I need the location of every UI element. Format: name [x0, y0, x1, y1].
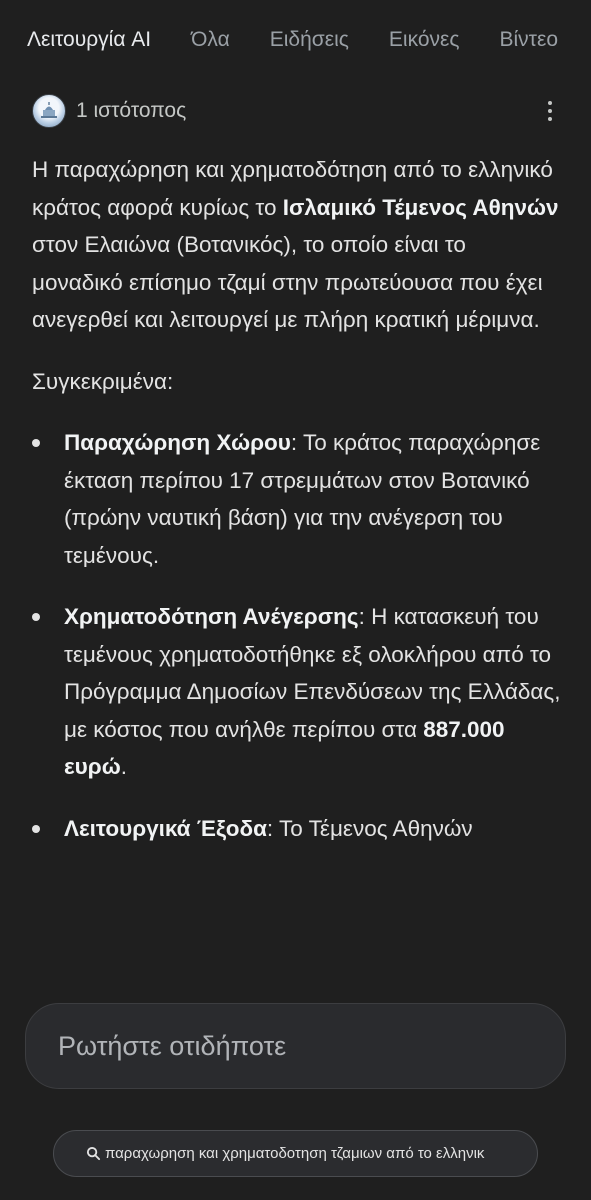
- tab-ai-mode[interactable]: Λειτουργία AI: [27, 28, 151, 52]
- bullet-tail: .: [120, 754, 127, 779]
- bullet-title: Χρηματοδότηση Ανέγερσης: [64, 604, 359, 629]
- list-item: Λειτουργικά Έξοδα: Το Τέμενος Αθηνών: [32, 810, 562, 848]
- intro-text-end: στον Ελαιώνα (Βοτανικός), το οποίο είναι…: [32, 232, 543, 332]
- ask-input[interactable]: Ρωτήστε οτιδήποτε: [25, 1003, 566, 1089]
- search-query-text: παραχωρηση και χρηματοδοτηση τζαμιων από…: [105, 1145, 485, 1162]
- search-icon: [86, 1146, 101, 1161]
- site-favicon-icon: [32, 94, 66, 128]
- specifically-label: Συγκεκριμένα:: [32, 368, 174, 394]
- tab-videos[interactable]: Βίντεο: [499, 28, 558, 52]
- source-count-label: 1 ιστότοπος: [76, 99, 187, 122]
- more-vert-icon[interactable]: [538, 92, 562, 130]
- ai-answer: Η παραχώρηση και χρηματοδότηση από το ελ…: [32, 151, 562, 871]
- ask-placeholder: Ρωτήστε οτιδήποτε: [58, 1030, 287, 1061]
- bullet-text: : Το Τέμενος Αθηνών: [266, 815, 473, 841]
- answer-bullets: Παραχώρηση Χώρου: Το κράτος παραχώρησε έ…: [32, 424, 562, 847]
- list-item: Χρηματοδότηση Ανέγερσης: Η κατασκευή του…: [32, 598, 562, 786]
- list-item: Παραχώρηση Χώρου: Το κράτος παραχώρησε έ…: [32, 424, 562, 574]
- tab-images[interactable]: Εικόνες: [389, 28, 460, 52]
- intro-bold: Ισλαμικό Τέμενος Αθηνών: [282, 194, 559, 220]
- tab-all[interactable]: Όλα: [191, 28, 230, 52]
- bullet-title: Λειτουργικά Έξοδα: [64, 815, 267, 841]
- ai-mode-page: Λειτουργία AI Όλα Ειδήσεις Εικόνες Βίντε…: [0, 0, 591, 1200]
- bullet-title: Παραχώρηση Χώρου: [64, 430, 291, 455]
- sources-row[interactable]: 1 ιστότοπος: [32, 92, 562, 130]
- search-query-pill[interactable]: παραχωρηση και χρηματοδοτηση τζαμιων από…: [53, 1130, 538, 1177]
- answer-intro: Η παραχώρηση και χρηματοδότηση από το ελ…: [32, 151, 562, 339]
- search-tabs: Λειτουργία AI Όλα Ειδήσεις Εικόνες Βίντε…: [0, 0, 591, 80]
- tab-news[interactable]: Ειδήσεις: [270, 28, 349, 52]
